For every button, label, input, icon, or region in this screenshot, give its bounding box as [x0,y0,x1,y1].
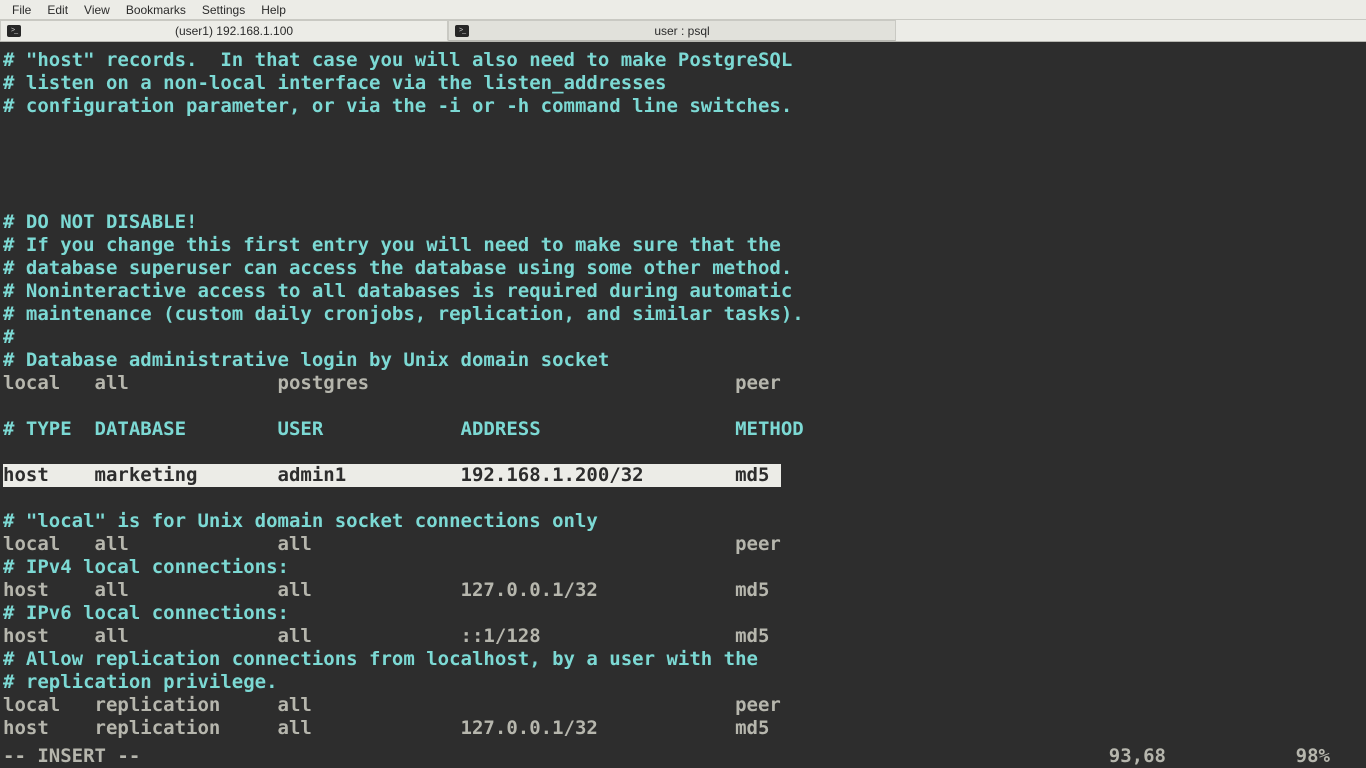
terminal-line: # database superuser can access the data… [3,257,792,280]
terminal-line: # IPv4 local connections: [3,556,289,579]
terminal-line: # DO NOT DISABLE! [3,211,197,234]
menu-bookmarks[interactable]: Bookmarks [118,1,194,19]
menu-bar: File Edit View Bookmarks Settings Help [0,0,1366,20]
terminal-line: # Database administrative login by Unix … [3,349,609,372]
terminal-line: # Noninteractive access to all databases… [3,280,792,303]
tab-bar: (user1) 192.168.1.100 user : psql [0,20,1366,42]
terminal-line: host all all ::1/128 md5 [3,625,769,648]
vim-mode: -- INSERT -- [3,745,140,768]
menu-view[interactable]: View [76,1,118,19]
terminal-line: # "local" is for Unix domain socket conn… [3,510,598,533]
terminal-line: # configuration parameter, or via the -i… [3,95,792,118]
terminal-line: local all all peer [3,533,781,556]
tab-session-2[interactable]: user : psql [448,20,896,41]
terminal-line: host replication all 127.0.0.1/32 md5 [3,717,769,740]
terminal-viewport[interactable]: -- INSERT -- 93,68 98% # "host" records.… [0,42,1366,768]
menu-settings[interactable]: Settings [194,1,253,19]
terminal-icon [7,25,21,37]
vim-status-line: -- INSERT -- 93,68 98% [0,745,1366,768]
terminal-line: host marketing admin1 192.168.1.200/32 m… [3,464,781,487]
menu-file[interactable]: File [4,1,39,19]
scrollbar-track[interactable] [1354,42,1366,768]
terminal-line: # TYPE DATABASE USER ADDRESS METHOD [3,418,804,441]
terminal-line: # "host" records. In that case you will … [3,49,792,72]
terminal-line: local replication all peer [3,694,781,717]
tab-label: (user1) 192.168.1.100 [27,24,441,38]
terminal-line: # Allow replication connections from loc… [3,648,758,671]
tab-session-1[interactable]: (user1) 192.168.1.100 [0,20,448,41]
vim-cursor-pos: 93,68 [1109,745,1166,768]
tab-label: user : psql [475,24,889,38]
terminal-line: # listen on a non-local interface via th… [3,72,666,95]
menu-edit[interactable]: Edit [39,1,76,19]
terminal-line: host all all 127.0.0.1/32 md5 [3,579,769,602]
terminal-line: # [3,326,14,349]
terminal-line: local all postgres peer [3,372,781,395]
terminal-line: # replication privilege. [3,671,278,694]
vim-scroll-pct: 98% [1296,745,1330,768]
terminal-line: # If you change this first entry you wil… [3,234,781,257]
terminal-line: # maintenance (custom daily cronjobs, re… [3,303,804,326]
terminal-line: # IPv6 local connections: [3,602,289,625]
terminal-icon [455,25,469,37]
menu-help[interactable]: Help [253,1,294,19]
